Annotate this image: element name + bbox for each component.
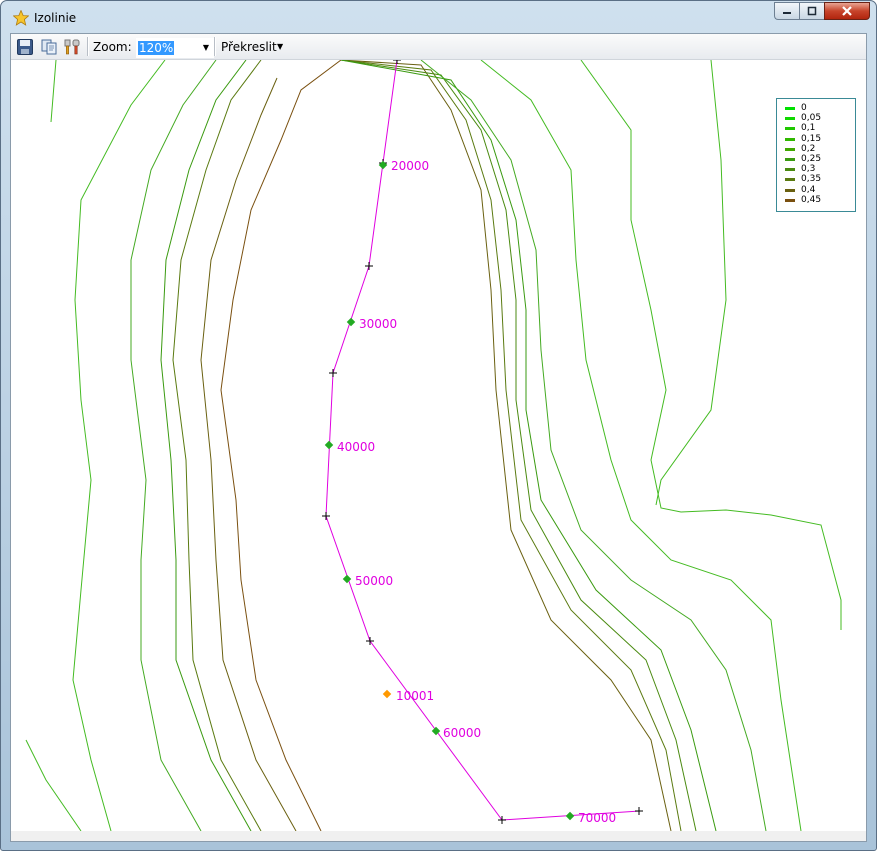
zoom-value[interactable]: 120%: [138, 41, 175, 55]
legend-swatch: [785, 188, 795, 192]
legend-swatch: [785, 168, 795, 172]
maximize-button[interactable]: [799, 2, 824, 20]
legend-swatch: [785, 127, 795, 131]
zoom-label: Zoom:: [93, 40, 132, 54]
toolbar-separator: [214, 37, 216, 56]
window-title: Izolinie: [34, 11, 77, 25]
legend: 0 0,05 0,1 0,15 0,2 0,25 0,3 0,35 0,4 0,45: [776, 98, 856, 212]
redraw-button[interactable]: Překreslit: [221, 40, 277, 54]
horizontal-scrollbar[interactable]: [11, 831, 866, 841]
legend-swatch: [785, 107, 795, 110]
tools-icon[interactable]: [63, 38, 81, 56]
legend-swatch: [785, 158, 795, 161]
toolbar-separator: [87, 37, 89, 56]
legend-container: 00,050,10,150,20,250,30,350,40,45: [776, 98, 856, 212]
save-icon[interactable]: [16, 38, 34, 56]
legend-swatch: [785, 178, 795, 182]
close-button[interactable]: [824, 2, 870, 20]
legend-swatch: [785, 147, 795, 151]
legend-swatch: [785, 117, 795, 121]
toolbar: Zoom: 120% ▼ Překreslit ▼: [11, 34, 866, 60]
legend-swatch: [785, 198, 795, 202]
isoline-canvas[interactable]: 20000300004000050000100016000070000 00,0…: [11, 60, 866, 831]
legend-item: 0,35: [785, 174, 853, 185]
legend-item: 0,45: [785, 194, 853, 206]
close-icon: [842, 6, 852, 16]
star-app-icon: [13, 10, 29, 26]
chevron-down-icon[interactable]: ▼: [277, 40, 283, 54]
legend-item: 0,15: [785, 134, 853, 145]
legend-item: 0,25: [785, 154, 853, 165]
legend-item: 0,05: [785, 113, 853, 124]
copy-icon[interactable]: [40, 38, 58, 56]
legend-label: 0,45: [801, 194, 822, 205]
maximize-icon: [807, 6, 817, 16]
title-bar[interactable]: Izolinie: [1, 1, 876, 33]
zoom-combobox[interactable]: 120% ▼: [136, 38, 214, 58]
chevron-down-icon[interactable]: ▼: [199, 39, 213, 57]
legend-swatch: [785, 137, 795, 141]
minimize-icon: [783, 12, 791, 14]
minimize-button[interactable]: [774, 2, 799, 20]
app-window: Izolinie Zoom: 120% ▼ Překreslit ▼ 20000…: [0, 0, 877, 851]
client-area: Zoom: 120% ▼ Překreslit ▼ 20000 30000 40…: [10, 33, 867, 842]
window-controls: [774, 2, 870, 22]
